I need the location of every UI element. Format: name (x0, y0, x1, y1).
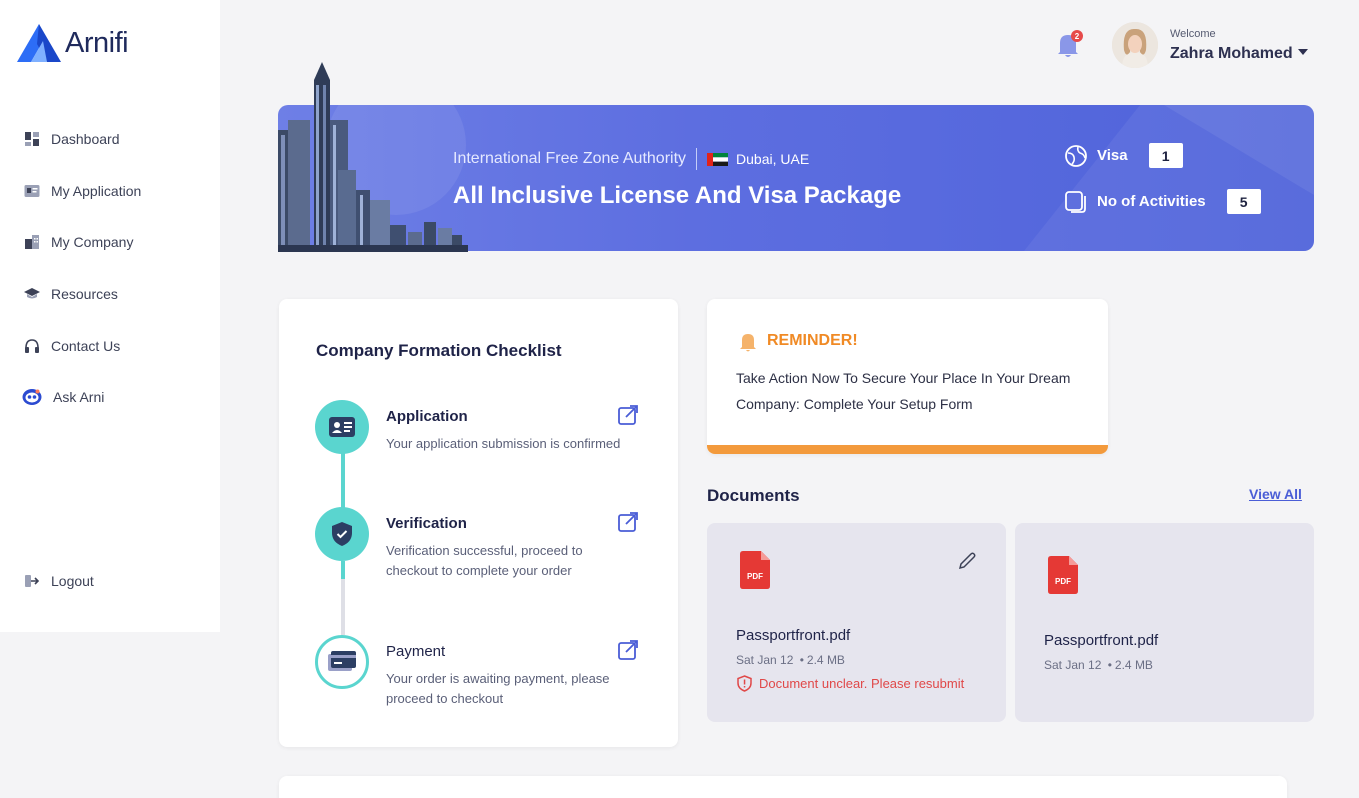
company-building-icon (24, 234, 40, 250)
location: Dubai, UAE (736, 151, 810, 167)
graduation-cap-icon (24, 286, 40, 302)
open-external-icon[interactable] (618, 512, 638, 532)
sidebar-item-resources[interactable]: Resources (24, 281, 141, 307)
sidebar-nav: Dashboard My Application My Company Reso… (22, 126, 141, 436)
edit-pencil-icon[interactable] (957, 551, 977, 571)
pdf-file-icon: PDF (740, 551, 770, 589)
visa-stat: Visa 1 (1064, 143, 1183, 168)
document-meta: Sat Jan 12 • 2.4 MB (1044, 658, 1153, 672)
sidebar-item-contact-us[interactable]: Contact Us (24, 333, 141, 359)
document-meta: Sat Jan 12 • 2.4 MB (736, 653, 845, 667)
open-external-icon[interactable] (618, 640, 638, 660)
step-description: Your order is awaiting payment, please p… (386, 671, 610, 706)
visa-label: Visa (1097, 147, 1128, 164)
svg-text:PDF: PDF (1055, 577, 1071, 586)
document-card[interactable]: PDF Passportfront.pdf Sat Jan 12 • 2.4 MB (1015, 523, 1314, 722)
progress-line (341, 561, 345, 579)
sidebar-item-my-company[interactable]: My Company (24, 229, 141, 255)
pdf-file-icon: PDF (1048, 556, 1078, 594)
shield-check-icon (315, 507, 369, 561)
document-name: Passportfront.pdf (736, 627, 851, 644)
logout-label: Logout (51, 573, 94, 589)
user-menu-caret-icon[interactable] (1298, 49, 1308, 55)
progress-line (341, 451, 345, 508)
document-size: 2.4 MB (806, 653, 845, 667)
sidebar: Arnifi Dashboard My Application My Compa… (0, 0, 220, 632)
id-card-icon (315, 400, 369, 454)
divider (696, 148, 698, 170)
arnifi-logo-icon (17, 24, 61, 62)
welcome-text: Welcome (1170, 28, 1216, 40)
logout-button[interactable]: Logout (24, 573, 94, 589)
step-title: Application (386, 408, 468, 425)
robot-icon (22, 387, 42, 407)
user-name[interactable]: Zahra Mohamed (1170, 45, 1293, 63)
reminder-text: Take Action Now To Secure Your Place In … (736, 370, 1071, 412)
sidebar-item-my-application[interactable]: My Application (24, 178, 141, 204)
dashboard-icon (24, 131, 40, 147)
step-title: Payment (386, 643, 446, 660)
documents-title: Documents (707, 486, 800, 505)
headphones-icon (24, 338, 40, 354)
view-all-documents-link[interactable]: View All (1249, 486, 1302, 502)
notifications-button[interactable]: 2 (1055, 30, 1083, 60)
visa-count: 1 (1148, 143, 1183, 168)
activities-label: No of Activities (1097, 193, 1206, 210)
avatar[interactable] (1112, 22, 1158, 68)
sidebar-item-ask-arni[interactable]: Ask Arni (22, 384, 141, 410)
activities-stat: No of Activities 5 (1064, 189, 1261, 214)
document-card[interactable]: PDF Passportfront.pdf Sat Jan 12 • 2.4 MB… (707, 523, 1006, 722)
sidebar-item-label: Dashboard (51, 131, 120, 147)
bottom-card (279, 776, 1287, 798)
package-title: All Inclusive License And Visa Package (453, 182, 902, 209)
progress-line (341, 579, 345, 635)
reminder-accent-bar (707, 445, 1108, 454)
reminder-card: REMINDER! Take Action Now To Secure Your… (707, 299, 1108, 454)
user-photo-icon (1112, 22, 1158, 68)
authority-line: International Free Zone Authority Dubai,… (453, 148, 809, 170)
open-external-icon[interactable] (618, 405, 638, 425)
sidebar-item-label: My Application (51, 182, 142, 199)
copy-icon (1065, 190, 1086, 213)
step-description: Your application submission is confirmed (386, 436, 621, 451)
notification-count-badge: 2 (1071, 30, 1083, 42)
bell-icon (740, 334, 756, 352)
document-name: Passportfront.pdf (1044, 632, 1159, 649)
globe-icon (1065, 144, 1087, 167)
document-date: Sat Jan 12 (1044, 658, 1102, 672)
authority-name: International Free Zone Authority (453, 150, 687, 167)
credit-card-icon (315, 635, 369, 689)
document-error-text: Document unclear. Please resubmit (759, 676, 965, 691)
skyline-image (278, 60, 468, 252)
checklist-title: Company Formation Checklist (316, 341, 562, 360)
sidebar-item-label: My Company (51, 234, 134, 251)
step-title: Verification (386, 515, 467, 532)
brand-name: Arnifi (65, 26, 129, 59)
application-card-icon (24, 183, 40, 199)
sidebar-item-label: Ask Arni (53, 389, 105, 406)
bullet-separator: • (1107, 658, 1112, 672)
warning-shield-icon (737, 675, 752, 692)
activities-count: 5 (1226, 189, 1261, 214)
uae-flag-icon (707, 152, 729, 166)
sidebar-item-label: Resources (51, 286, 118, 303)
document-size: 2.4 MB (1114, 658, 1153, 672)
step-description: Verification successful, proceed to chec… (386, 543, 583, 578)
sidebar-item-label: Contact Us (51, 337, 121, 354)
bullet-separator: • (799, 653, 804, 667)
brand-logo[interactable]: Arnifi (17, 24, 129, 62)
document-date: Sat Jan 12 (736, 653, 794, 667)
logout-icon (24, 573, 40, 589)
sidebar-item-dashboard[interactable]: Dashboard (24, 126, 141, 152)
document-error: Document unclear. Please resubmit (736, 675, 964, 692)
svg-text:PDF: PDF (747, 572, 763, 581)
formation-checklist-card: Company Formation Checklist Application … (279, 299, 678, 747)
reminder-title: REMINDER! (767, 332, 858, 349)
